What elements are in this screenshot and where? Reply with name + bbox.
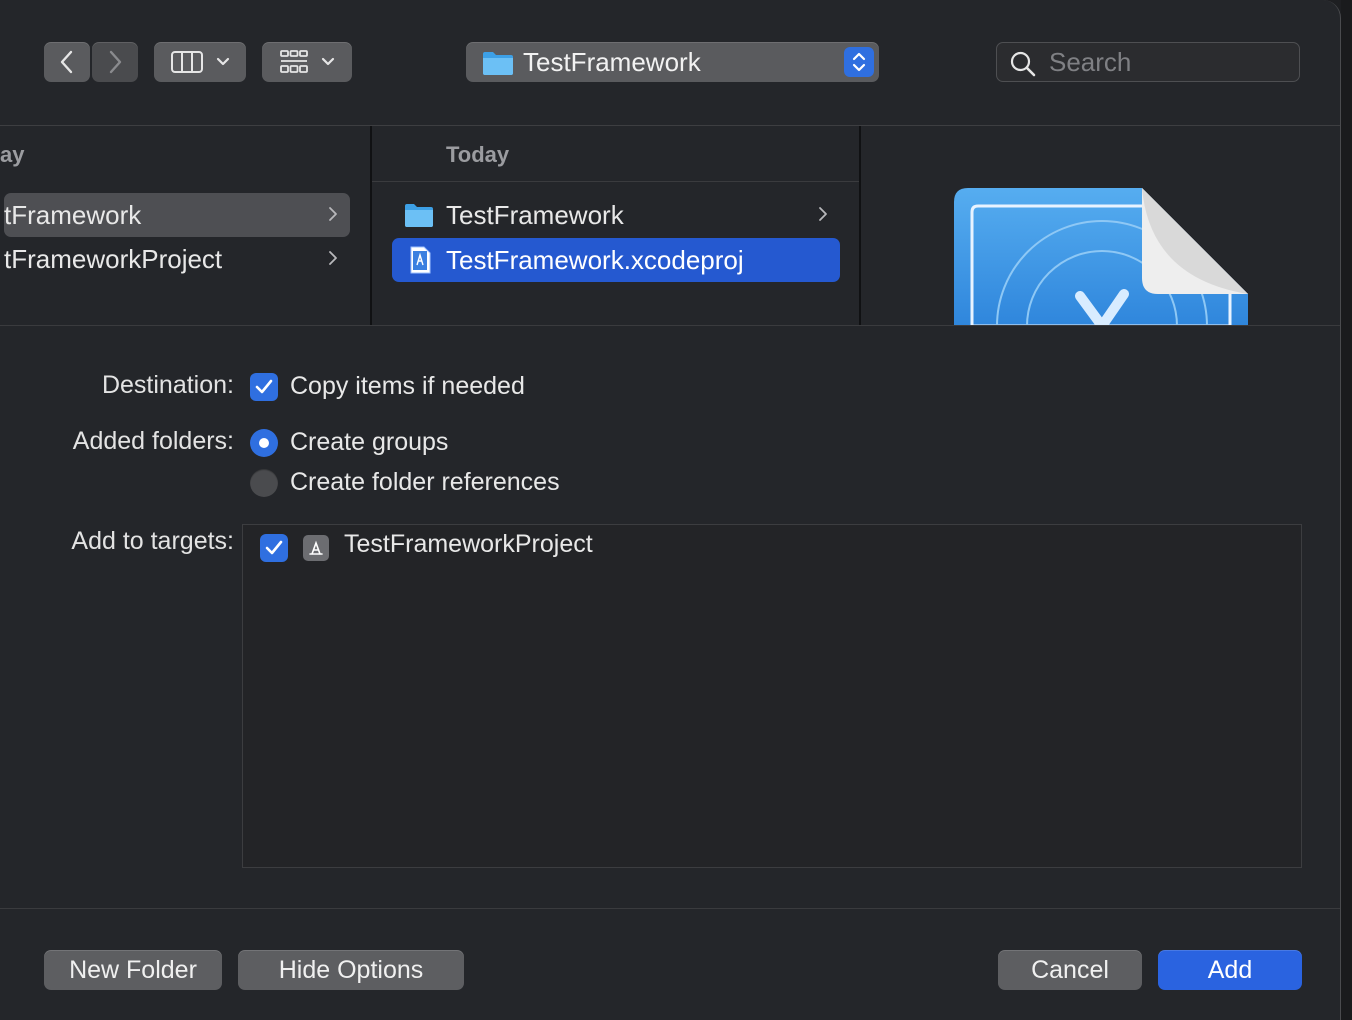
- add-button[interactable]: Add: [1158, 950, 1302, 990]
- column-divider: [370, 126, 372, 326]
- location-label: TestFramework: [523, 47, 701, 77]
- folder-icon: [405, 204, 433, 227]
- grid-icon: [280, 50, 308, 73]
- group-by-button[interactable]: [262, 42, 352, 82]
- folder-icon: [483, 52, 513, 75]
- create-groups-radio[interactable]: [250, 429, 278, 457]
- checkmark-icon: [255, 379, 273, 394]
- column-header-divider: [372, 181, 860, 182]
- view-mode-button[interactable]: [154, 42, 246, 82]
- chevron-right-icon: [109, 50, 122, 74]
- column-header: Today: [446, 142, 510, 167]
- search-field[interactable]: [996, 42, 1300, 82]
- browser-divider: [0, 325, 1340, 326]
- open-panel: TestFramework ay tFramework tFrameworkPr…: [0, 0, 1341, 1020]
- cancel-button[interactable]: Cancel: [998, 950, 1142, 990]
- columns-view-icon: [171, 51, 203, 73]
- chevron-right-icon: [329, 251, 337, 265]
- copy-items-checkbox[interactable]: [250, 373, 278, 401]
- checkmark-icon: [265, 540, 283, 555]
- create-folder-references-radio[interactable]: [250, 469, 278, 497]
- search-icon: [1010, 51, 1036, 77]
- browser-item[interactable]: tFramework: [4, 193, 350, 237]
- destination-label: Destination:: [101, 371, 234, 399]
- chevron-right-icon: [329, 207, 337, 221]
- added-folders-label: Added folders:: [72, 427, 234, 455]
- xcodeproj-file-icon: [410, 246, 431, 274]
- chevron-left-icon: [60, 50, 73, 74]
- new-folder-button[interactable]: New Folder: [44, 950, 222, 990]
- create-groups-label[interactable]: Create groups: [290, 428, 448, 457]
- forward-button[interactable]: [92, 42, 138, 82]
- app-target-icon: [303, 535, 329, 561]
- back-button[interactable]: [44, 42, 90, 82]
- search-input[interactable]: [1049, 47, 1289, 77]
- background-edge: [1341, 0, 1352, 1020]
- copy-items-label[interactable]: Copy items if needed: [290, 372, 525, 401]
- browser-item-label: tFramework: [4, 199, 142, 230]
- column-divider: [859, 126, 861, 326]
- chevron-down-icon: [216, 57, 230, 66]
- xcode-project-document-icon: [954, 188, 1248, 326]
- hide-options-button[interactable]: Hide Options: [238, 950, 464, 990]
- toolbar-divider: [0, 125, 1340, 126]
- browser-item-label: TestFramework: [446, 199, 624, 230]
- chevron-right-icon: [819, 207, 827, 221]
- browser-item-label: TestFramework.xcodeproj: [446, 244, 744, 275]
- browser-item[interactable]: tFrameworkProject: [4, 237, 350, 281]
- chevron-down-icon: [321, 57, 335, 66]
- targets-list: TestFrameworkProject: [242, 524, 1302, 868]
- footer-divider: [0, 908, 1340, 909]
- create-folder-references-label[interactable]: Create folder references: [290, 468, 560, 497]
- browser-item-folder[interactable]: TestFramework: [392, 193, 840, 237]
- target-name: TestFrameworkProject: [344, 530, 593, 558]
- up-down-chevron-icon: [852, 52, 866, 72]
- column-header: ay: [0, 142, 25, 167]
- browser-item-label: tFrameworkProject: [4, 243, 223, 274]
- add-to-targets-label: Add to targets:: [71, 527, 234, 555]
- popup-stepper: [844, 47, 874, 77]
- browser-item-xcodeproj[interactable]: TestFramework.xcodeproj: [392, 238, 840, 282]
- location-popup[interactable]: TestFramework: [466, 42, 879, 82]
- target-checkbox[interactable]: [260, 534, 288, 562]
